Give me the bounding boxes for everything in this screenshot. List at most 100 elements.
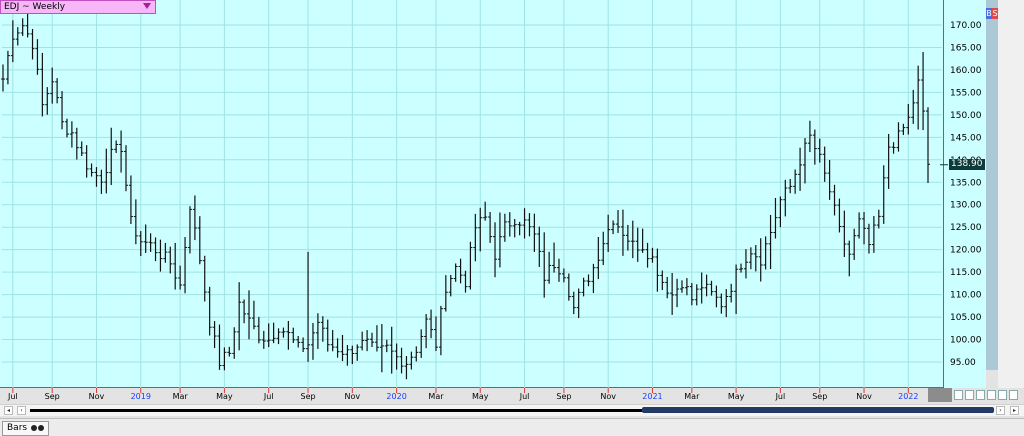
toolbar-icon-3[interactable] — [976, 390, 985, 400]
y-tick-label: 125.00 — [950, 223, 982, 233]
ohlc-bar — [852, 228, 857, 260]
x-tick-label: Sep — [301, 392, 316, 401]
ohlc-bar — [64, 118, 69, 138]
ohlc-bar — [133, 199, 138, 245]
ohlc-bar — [832, 184, 837, 216]
ohlc-bar — [532, 213, 537, 252]
y-tick-label: 100.00 — [950, 336, 982, 346]
ohlc-bar — [79, 141, 84, 156]
ohlc-bar — [714, 285, 719, 308]
ohlc-bar — [345, 345, 350, 366]
last-price-badge: 138.90 — [949, 158, 985, 170]
ohlc-bar — [743, 249, 748, 279]
ohlc-bar — [807, 120, 812, 153]
ohlc-bar — [114, 140, 119, 153]
scroll-first-icon[interactable]: ◂ — [4, 406, 13, 415]
ohlc-bar — [886, 133, 891, 189]
ohlc-bar — [857, 212, 862, 239]
ohlc-bar — [251, 300, 256, 330]
ohlc-bar — [556, 258, 561, 282]
toolbar-icon-5[interactable] — [998, 390, 1007, 400]
symbol-selector[interactable]: EDJ ~ Weekly — [0, 0, 156, 14]
ohlc-bar — [871, 215, 876, 253]
ohlc-bar — [684, 278, 689, 296]
y-tick-label: 115.00 — [950, 268, 982, 278]
ohlc-bar — [709, 280, 714, 296]
ohlc-bar — [197, 216, 202, 265]
chevron-down-icon[interactable] — [143, 3, 151, 9]
y-tick-label: 170.00 — [950, 21, 982, 31]
ohlc-bar — [325, 319, 330, 352]
ohlc-bar — [763, 236, 768, 270]
scroll-left-icon[interactable]: ‹ — [17, 406, 26, 415]
ohlc-bar — [340, 334, 345, 362]
y-tick-label: 135.00 — [950, 178, 982, 188]
toolbar-icon-2[interactable] — [965, 390, 974, 400]
dot-icon — [30, 424, 37, 431]
ohlc-bar — [620, 209, 625, 256]
sell-button[interactable]: S — [992, 8, 998, 19]
ohlc-bar — [192, 195, 197, 241]
x-tick-label: 2020 — [386, 392, 406, 401]
x-tick-label: Sep — [812, 392, 827, 401]
ohlc-bar — [527, 213, 532, 237]
x-tick-label: 2019 — [131, 392, 151, 401]
ohlc-bar — [419, 329, 424, 358]
ohlc-bar — [15, 27, 20, 46]
ohlc-bar — [94, 167, 99, 187]
scroll-last-icon[interactable]: ▸ — [1010, 406, 1019, 415]
ohlc-bar — [724, 289, 729, 318]
toolbar-icon-4[interactable] — [987, 390, 996, 400]
ohlc-bar — [414, 346, 419, 362]
ohlc-bar — [232, 327, 237, 359]
ohlc-bar — [473, 213, 478, 262]
ohlc-bar — [350, 345, 355, 365]
ohlc-bar — [778, 196, 783, 228]
ohlc-bar — [891, 142, 896, 154]
ohlc-bar — [187, 206, 192, 254]
ohlc-bar — [296, 336, 301, 348]
ohlc-bar — [566, 273, 571, 301]
ohlc-bar — [320, 316, 325, 342]
ohlc-bar — [286, 320, 291, 350]
x-tick-label: May — [216, 392, 233, 401]
ohlc-bar — [389, 326, 394, 374]
axis-corner-box — [928, 388, 952, 402]
ohlc-bar — [384, 339, 389, 353]
ohlc-bar — [788, 179, 793, 194]
y-tick-label: 120.00 — [950, 246, 982, 256]
ohlc-bar — [335, 338, 340, 358]
ohlc-bar — [330, 330, 335, 352]
ohlc-bar — [719, 293, 724, 314]
ohlc-bar — [517, 221, 522, 236]
ohlc-bar — [616, 210, 621, 233]
ohlc-bar — [876, 209, 881, 229]
x-tick-label: Mar — [684, 392, 700, 401]
y-tick-label: 155.00 — [950, 88, 982, 98]
price-chart[interactable]: 95.00 100.00 105.00 110.00 115.00 120.00 125.0… — [0, 0, 1024, 406]
bars-tab[interactable]: Bars — [2, 421, 49, 436]
ohlc-bar — [911, 89, 916, 124]
ohlc-bar — [40, 52, 45, 117]
ohlc-bar — [50, 67, 55, 104]
ohlc-bar — [916, 65, 921, 130]
ohlc-bar — [753, 245, 758, 272]
ohlc-bar — [276, 328, 281, 345]
x-tick-label: Jul — [775, 392, 786, 401]
ohlc-bar — [783, 179, 788, 217]
ohlc-bar — [183, 237, 188, 294]
toolbar-icon-1[interactable] — [954, 390, 963, 400]
ohlc-bar — [625, 224, 630, 251]
toolbar-icon-6[interactable] — [1009, 390, 1018, 400]
x-tick-label: Nov — [345, 392, 361, 401]
ohlc-bar — [739, 263, 744, 273]
ohlc-bar — [163, 242, 168, 263]
ohlc-bar — [355, 344, 360, 361]
ohlc-bar — [463, 270, 468, 293]
ohlc-bar — [1, 64, 5, 92]
x-tick-label: Nov — [89, 392, 105, 401]
ohlc-bar — [679, 280, 684, 293]
horizontal-scrollbar[interactable]: ◂ ‹ › ▸ — [0, 404, 1024, 416]
scroll-right-icon[interactable]: › — [996, 406, 1005, 415]
scroll-thumb[interactable] — [642, 407, 994, 413]
